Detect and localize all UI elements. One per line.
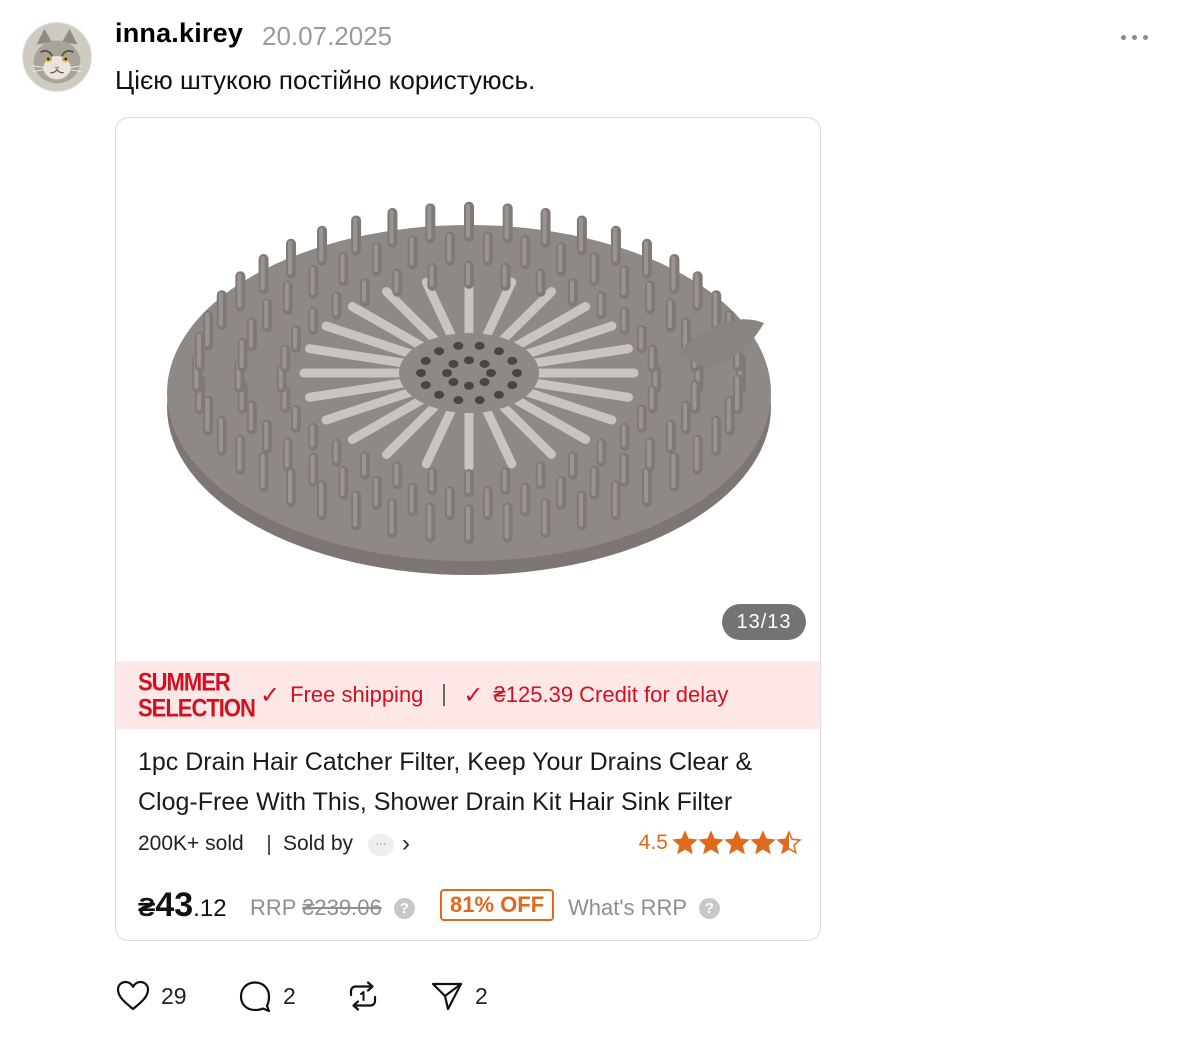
help-icon[interactable]: ? <box>698 898 720 919</box>
share-count: 2 <box>475 982 488 1009</box>
drain-filter-image <box>167 201 771 575</box>
seller-logo-icon[interactable]: ··· <box>368 834 394 856</box>
thread-post: inna.kirey 20.07.2025 Цією штукою постій… <box>0 0 1200 1048</box>
cat-avatar-image <box>23 23 91 91</box>
price-row: ₴43.12 RRP ₴239.06 ? 81% OFF What's RRP … <box>138 886 808 926</box>
rrp-label: RRP <box>250 895 297 920</box>
send-icon <box>431 982 463 1011</box>
heart-icon <box>116 980 150 1011</box>
promo-divider <box>443 684 446 706</box>
help-icon[interactable]: ? <box>393 898 415 919</box>
discount-badge: 81% OFF <box>440 889 555 921</box>
price-currency: ₴ <box>138 892 156 922</box>
image-counter: 13/13 <box>722 604 806 640</box>
chevron-right-icon[interactable]: › <box>402 830 410 858</box>
rating: 4.5 <box>639 830 802 856</box>
check-icon: ✓ <box>463 681 484 709</box>
price-decimal: .12 <box>193 895 227 922</box>
whats-rrp-link[interactable]: What's RRP ? <box>568 895 720 921</box>
share-button[interactable]: 2 <box>429 978 488 1014</box>
reply-button[interactable]: 2 <box>237 978 296 1014</box>
sold-by-label[interactable]: Sold by <box>283 832 353 856</box>
check-icon: ✓ <box>260 681 281 709</box>
meta-divider <box>268 835 270 855</box>
username[interactable]: inna.kirey <box>115 18 243 49</box>
product-title[interactable]: 1pc Drain Hair Catcher Filter, Keep Your… <box>138 742 808 822</box>
free-shipping-label: Free shipping <box>290 682 424 707</box>
summer-selection-badge: SUMMER SELECTION <box>138 668 256 722</box>
product-image[interactable]: 13/13 <box>116 118 820 661</box>
post-actions: 29 2 2 <box>115 978 615 1018</box>
credit-label: ₴125.39 Credit for delay <box>493 682 729 707</box>
product-meta: 200K+ sold Sold by ··· › 4.5 <box>138 830 802 860</box>
repost-button[interactable] <box>345 978 381 1014</box>
rating-stars <box>672 830 802 856</box>
sold-count: 200K+ sold <box>138 832 244 855</box>
free-shipping: ✓ Free shipping <box>260 681 423 710</box>
star-icon <box>672 830 698 855</box>
star-icon <box>698 830 724 855</box>
whats-rrp-label: What's RRP <box>568 895 687 920</box>
like-button[interactable]: 29 <box>115 978 187 1014</box>
product-card[interactable]: 13/13 SUMMER SELECTION ✓ Free shipping ✓… <box>115 117 821 941</box>
rating-value: 4.5 <box>638 831 668 854</box>
credit-for-delay: ✓ ₴125.39 Credit for delay <box>463 681 728 710</box>
comment-icon <box>239 981 271 1013</box>
current-price: ₴43.12 <box>138 886 227 925</box>
price-integer: 43 <box>155 886 194 924</box>
star-icon <box>750 830 776 855</box>
badge-line-1: SUMMER <box>138 668 231 697</box>
star-icon <box>776 830 802 855</box>
rrp-old-price: ₴239.06 <box>302 895 382 920</box>
badge-line-2: SELECTION <box>138 693 256 722</box>
reply-count: 2 <box>283 982 296 1009</box>
avatar[interactable] <box>22 22 92 92</box>
like-count: 29 <box>161 982 187 1009</box>
post-text: Цією штукою постійно користуюсь. <box>115 65 536 95</box>
repost-icon <box>349 981 377 1011</box>
more-icon[interactable] <box>1121 30 1155 44</box>
rrp-price: RRP ₴239.06 ? <box>250 895 415 921</box>
post-date: 20.07.2025 <box>262 21 393 51</box>
promo-bar: SUMMER SELECTION ✓ Free shipping ✓ ₴125.… <box>116 661 820 729</box>
star-icon <box>724 830 750 855</box>
